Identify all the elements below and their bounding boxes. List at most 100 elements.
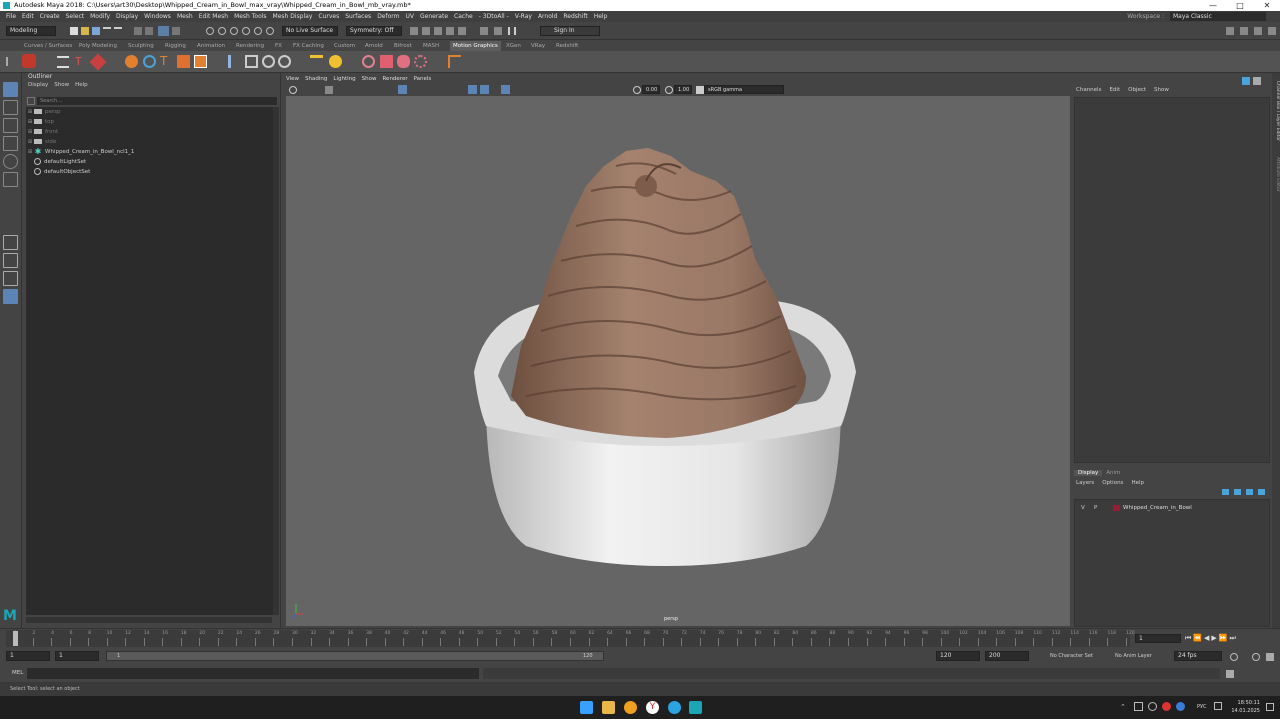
- xray-icon[interactable]: [501, 85, 510, 94]
- textured-icon[interactable]: [480, 85, 489, 94]
- channel-box-menu-item[interactable]: Show: [1154, 87, 1169, 93]
- pause-icon[interactable]: [508, 27, 516, 35]
- boolean-icon[interactable]: [194, 55, 207, 68]
- layer-visibility[interactable]: V: [1081, 503, 1085, 513]
- distribute-icon[interactable]: [310, 55, 323, 68]
- menu-item[interactable]: Select: [63, 11, 88, 22]
- select-camera-icon[interactable]: [289, 86, 297, 94]
- notifications-icon[interactable]: [1266, 703, 1274, 711]
- character-set-dropdown[interactable]: No Character Set: [1050, 653, 1093, 659]
- network-tray-icon[interactable]: [1134, 702, 1143, 711]
- windows-start-icon[interactable]: [580, 701, 593, 714]
- symmetry-dropdown[interactable]: Symmetry: Off: [346, 26, 402, 36]
- mel-label[interactable]: MEL: [12, 670, 23, 676]
- maya-taskbar-icon[interactable]: [689, 701, 702, 714]
- select-tool-icon[interactable]: [3, 82, 18, 97]
- menu-item[interactable]: Mesh Tools: [231, 11, 269, 22]
- layer-playback[interactable]: P: [1094, 503, 1097, 513]
- viewport-menu-item[interactable]: Renderer: [382, 76, 407, 82]
- channel-icon-b[interactable]: [1253, 77, 1261, 85]
- sign-in-button[interactable]: Sign In: [540, 26, 600, 36]
- shelf-tab[interactable]: Sculpting: [128, 41, 154, 51]
- light-icon[interactable]: [329, 55, 342, 68]
- fps-dropdown[interactable]: 24 fps: [1174, 651, 1222, 661]
- shelf-tab[interactable]: Custom: [334, 41, 355, 51]
- mash-list-icon[interactable]: [57, 56, 69, 68]
- app-tray-icon[interactable]: [1162, 702, 1171, 711]
- 3d-viewport[interactable]: persp: [286, 96, 1070, 626]
- color-space-dropdown[interactable]: sRGB gamma: [704, 85, 784, 94]
- snap-grid-icon[interactable]: [206, 27, 214, 35]
- snap-point-icon[interactable]: [230, 27, 238, 35]
- shelf-tab[interactable]: Rendering: [236, 41, 264, 51]
- layer-menu-item[interactable]: Help: [1131, 480, 1144, 486]
- outliner-item[interactable]: ⊞ front: [26, 127, 58, 137]
- menu-item[interactable]: Deform: [374, 11, 402, 22]
- shelf-tab[interactable]: FX: [275, 41, 282, 51]
- clock-date[interactable]: 14.01.2025: [1230, 708, 1260, 714]
- four-view-icon[interactable]: [3, 253, 18, 268]
- smooth-shade-icon[interactable]: [468, 85, 477, 94]
- new-layer-icon[interactable]: [1222, 489, 1229, 495]
- shelf-tab[interactable]: MASH: [423, 41, 439, 51]
- tool-settings-icon[interactable]: [1254, 27, 1262, 35]
- menu-item[interactable]: Curves: [315, 11, 342, 22]
- ipr-render-icon[interactable]: [434, 27, 442, 35]
- wave-icon[interactable]: [262, 55, 275, 68]
- range-slider[interactable]: 1 120: [106, 651, 604, 661]
- layer-menu-item[interactable]: Options: [1102, 480, 1123, 486]
- outliner-menu-item[interactable]: Help: [75, 82, 88, 88]
- menu-item[interactable]: Redshift: [560, 11, 590, 22]
- mode-dropdown[interactable]: Modeling: [6, 26, 56, 36]
- curve-icon[interactable]: [143, 55, 156, 68]
- viewport-menu-item[interactable]: Shading: [305, 76, 327, 82]
- grid-icon[interactable]: [398, 85, 407, 94]
- expand-toggle-icon[interactable]: ⊞: [26, 147, 34, 157]
- layer-up-icon[interactable]: [1246, 489, 1253, 495]
- shelf-menu-icon[interactable]: [6, 57, 15, 66]
- time-slider[interactable]: 1246810121416182022242628303234363840424…: [0, 628, 1280, 648]
- shelf-tab[interactable]: Bifrost: [394, 41, 412, 51]
- snap-view-icon[interactable]: [266, 27, 274, 35]
- live-surface-field[interactable]: No Live Surface: [282, 26, 338, 36]
- attribute-editor-side-tab[interactable]: Attribute Editor: [1272, 157, 1280, 227]
- hand-icon[interactable]: [397, 55, 410, 68]
- save-scene-icon[interactable]: [92, 27, 100, 35]
- channel-box-menu-item[interactable]: Edit: [1109, 87, 1120, 93]
- render-frame-icon[interactable]: [422, 27, 430, 35]
- menu-item[interactable]: V-Ray: [512, 11, 535, 22]
- menu-item[interactable]: Mesh: [174, 11, 196, 22]
- anim-layer-dropdown[interactable]: No Anim Layer: [1115, 653, 1152, 659]
- sound-tray-icon[interactable]: [1148, 702, 1157, 711]
- workspace-dropdown[interactable]: Maya Classic: [1170, 12, 1266, 21]
- layer-down-icon[interactable]: [1258, 489, 1265, 495]
- auto-key-icon[interactable]: [1252, 653, 1260, 661]
- menu-item[interactable]: File: [3, 11, 19, 22]
- playback-start-field[interactable]: 1: [55, 651, 99, 661]
- outliner-search-input[interactable]: Search...: [37, 97, 277, 105]
- layer-color-swatch[interactable]: [1113, 505, 1120, 511]
- close-button[interactable]: ✕: [1254, 0, 1280, 11]
- new-layer-selected-icon[interactable]: [1234, 489, 1241, 495]
- shelf-tab[interactable]: Arnold: [365, 41, 383, 51]
- outliner-item[interactable]: ⊞ side: [26, 137, 56, 147]
- filter-icon[interactable]: [27, 97, 35, 105]
- shelf-tab[interactable]: VRay: [531, 41, 545, 51]
- pick-mask-icon[interactable]: [172, 27, 180, 35]
- viewport-menu-item[interactable]: Lighting: [333, 76, 355, 82]
- outliner-scrollbar[interactable]: [273, 107, 279, 615]
- channel-box-area[interactable]: [1074, 97, 1270, 463]
- undo-icon[interactable]: [103, 27, 111, 35]
- menu-item[interactable]: Create: [37, 11, 63, 22]
- crosshair-icon[interactable]: [448, 55, 461, 68]
- sine-icon[interactable]: [278, 55, 291, 68]
- exposure-icon[interactable]: [633, 86, 641, 94]
- snap-plane-icon[interactable]: [242, 27, 250, 35]
- outliner-item[interactable]: defaultObjectSet: [26, 167, 90, 177]
- loop-icon[interactable]: [1230, 653, 1238, 661]
- hypershade-icon[interactable]: [458, 27, 466, 35]
- outliner-item[interactable]: ⊞ ✱ Whipped_Cream_in_Bowl_ncl1_1: [26, 147, 134, 157]
- layer-menu-item[interactable]: Layers: [1076, 480, 1094, 486]
- anim-end-field[interactable]: 200: [985, 651, 1029, 661]
- layer-name[interactable]: Whipped_Cream_in_Bowl: [1123, 503, 1192, 513]
